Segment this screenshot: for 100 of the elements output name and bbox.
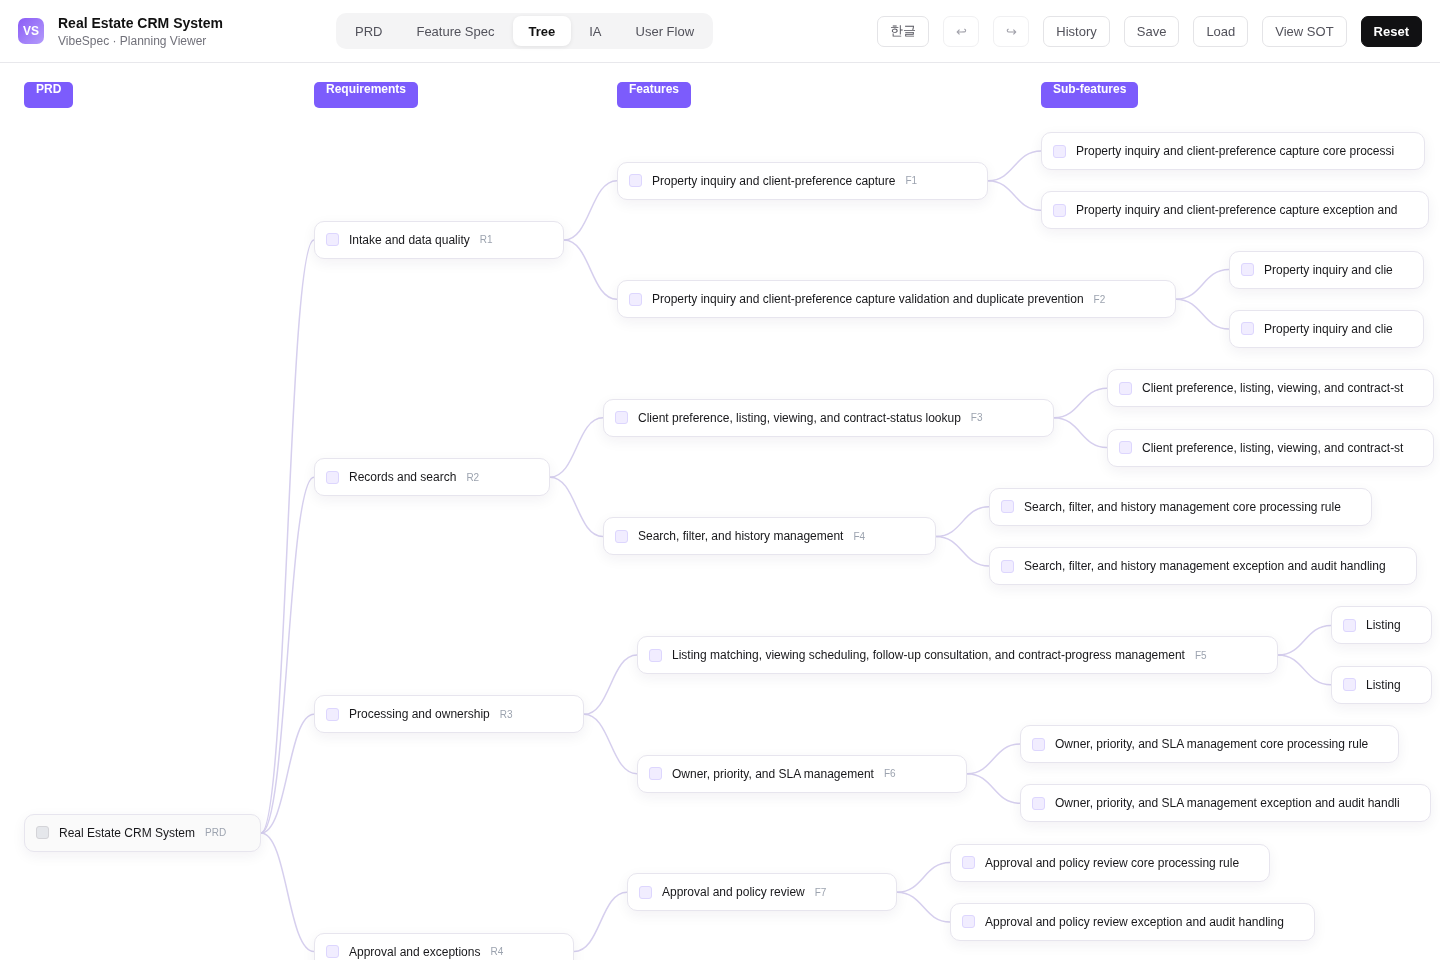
tree-node[interactable]: Search, filter, and history management core processing rule (989, 487, 1372, 526)
column-header: Sub-features (1041, 82, 1139, 108)
checkbox[interactable] (639, 885, 652, 899)
tree-node[interactable]: Approval and policy review exception and audit handling (950, 902, 1315, 941)
checkbox[interactable] (1053, 144, 1066, 158)
checkbox[interactable] (649, 648, 662, 662)
checkbox[interactable] (1343, 618, 1356, 632)
view-tab[interactable]: Tree (512, 16, 572, 46)
view-tab[interactable]: IA (573, 16, 618, 46)
tree-node[interactable]: Processing and ownership R3 (314, 695, 584, 734)
checkbox[interactable] (1119, 381, 1132, 395)
toolbar-button[interactable]: Load (1193, 15, 1249, 47)
checkbox[interactable] (962, 856, 975, 870)
connector-line (1175, 268, 1230, 300)
node-label: Property inquiry and client-preference capture exception and (1076, 203, 1398, 218)
checkbox[interactable] (962, 915, 975, 929)
tree-node[interactable]: Property inquiry and client-preference capture validation and duplicate prevention F2 (617, 280, 1177, 319)
connector-line (966, 772, 1021, 805)
tree-node[interactable]: Client preference, listing, viewing, and contract-status lookup F3 (603, 398, 1054, 437)
app-subtitle: VibeSpec · Planning Viewer (58, 33, 208, 48)
connector-line (549, 417, 604, 478)
connector-line (563, 179, 618, 241)
connector-line (987, 179, 1042, 212)
tree-node[interactable]: Client preference, listing, viewing, and contract-st (1107, 428, 1435, 467)
view-tab[interactable]: User Flow (619, 16, 711, 46)
node-label: Approval and policy review exception and audit handling (985, 914, 1284, 929)
tree-node[interactable]: Property inquiry and client-preference capture core processi (1041, 132, 1426, 170)
checkbox[interactable] (1343, 678, 1356, 692)
connector-line (549, 476, 604, 538)
node-label: Property inquiry and clie (1264, 262, 1393, 277)
tree-node[interactable]: Approval and policy review F7 (627, 873, 898, 912)
tree-node[interactable]: Search, filter, and history management F4 (603, 517, 937, 556)
node-label: Search, filter, and history management (638, 529, 844, 544)
node-tag: F7 (814, 886, 827, 898)
node-label: Owner, priority, and SLA management core processing rule (1055, 737, 1369, 751)
node-label: Property inquiry and client-preference capture core processi (1076, 144, 1395, 158)
checkbox[interactable] (1119, 441, 1132, 454)
tree-node[interactable]: Owner, priority, and SLA management exception and audit handli (1020, 784, 1431, 823)
node-label: Records and search (349, 470, 457, 485)
connector-line (896, 891, 951, 923)
toolbar-button[interactable]: 한글 (877, 15, 930, 47)
view-tab[interactable]: PRD (339, 16, 399, 46)
checkbox[interactable] (1001, 559, 1014, 573)
node-label: Real Estate CRM System (59, 825, 196, 840)
connector-line (583, 654, 638, 716)
node-label: Processing and ownership (349, 707, 490, 722)
tree-node[interactable]: Property inquiry and clie (1229, 309, 1424, 348)
tree-node[interactable]: Property inquiry and client-preference capture F1 (617, 161, 989, 200)
node-tag: F6 (883, 768, 896, 780)
checkbox[interactable] (1032, 796, 1045, 810)
tree-node[interactable]: Owner, priority, and SLA management F6 (637, 754, 967, 793)
tree-node[interactable]: Search, filter, and history management exception and audit handling (989, 547, 1417, 586)
checkbox[interactable] (629, 292, 642, 306)
tree-node[interactable]: Listing matching, viewing scheduling, follow-up consultation, and contract-progress management F5 (637, 636, 1278, 675)
tree-node[interactable]: Client preference, listing, viewing, and contract-st (1107, 369, 1435, 408)
toolbar-button[interactable]: View SOT (1262, 15, 1347, 47)
app-title: Real Estate CRM System (58, 14, 223, 31)
tree-node[interactable]: Records and search R2 (314, 458, 551, 497)
checkbox[interactable] (1053, 203, 1066, 217)
tree-node[interactable]: Property inquiry and clie (1229, 250, 1424, 289)
toolbar-button[interactable]: History (1043, 15, 1110, 47)
tree-node[interactable]: Listing (1331, 665, 1432, 704)
node-tag: R4 (490, 946, 504, 958)
checkbox[interactable] (1001, 500, 1014, 514)
node-tag: R3 (499, 708, 513, 720)
node-label: Property inquiry and clie (1264, 321, 1393, 336)
tree-node[interactable]: Owner, priority, and SLA management core processing rule (1020, 725, 1400, 763)
connector-line (1053, 417, 1108, 449)
checkbox[interactable] (629, 174, 642, 188)
node-label: Client preference, listing, viewing, and contract-st (1142, 381, 1404, 396)
connector-line (583, 713, 638, 775)
node-label: Property inquiry and client-preference capture validation and duplicate prevention (652, 292, 1084, 307)
tree-node[interactable]: Property inquiry and client-preference capture exception and (1041, 191, 1429, 230)
checkbox[interactable] (326, 707, 339, 721)
node-tag: R2 (466, 471, 480, 483)
connector-line (1175, 298, 1230, 330)
tree-node[interactable]: Approval and policy review core processing rule (950, 843, 1271, 882)
checkbox[interactable] (326, 945, 339, 959)
checkbox[interactable] (615, 529, 628, 543)
node-tag: PRD (205, 827, 227, 839)
checkbox[interactable] (326, 233, 339, 247)
tree-node[interactable]: Real Estate CRM System PRD (24, 813, 262, 852)
tree-node[interactable]: Approval and exceptions R4 (314, 932, 575, 960)
node-label: Intake and data quality (349, 232, 470, 247)
app-logo: VS (18, 18, 44, 44)
checkbox[interactable] (649, 767, 662, 781)
node-label: Listing matching, viewing scheduling, follow-up consultation, and contract-progress management (672, 648, 1185, 663)
node-label: Client preference, listing, viewing, and contract-status lookup (638, 410, 961, 425)
checkbox[interactable] (326, 470, 339, 484)
checkbox[interactable] (615, 411, 628, 425)
tree-node[interactable]: Listing (1331, 606, 1432, 645)
checkbox[interactable] (36, 826, 49, 840)
checkbox[interactable] (1032, 737, 1045, 751)
checkbox[interactable] (1241, 263, 1254, 277)
reset-button[interactable]: Reset (1360, 15, 1422, 47)
toolbar-button[interactable]: Save (1123, 15, 1180, 47)
checkbox[interactable] (1241, 322, 1254, 336)
column-header: Features (617, 82, 692, 108)
tree-node[interactable]: Intake and data quality R1 (314, 220, 564, 259)
view-tab[interactable]: Feature Spec (400, 16, 511, 46)
